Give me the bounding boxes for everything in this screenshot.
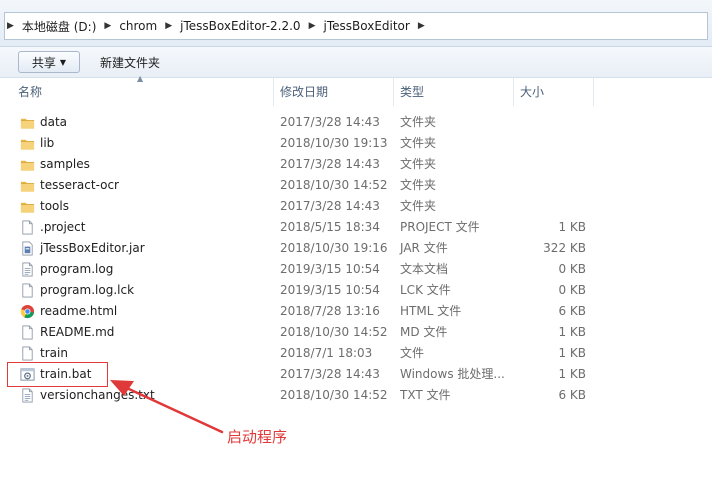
- annotation-arrow: [110, 380, 224, 434]
- annotation-callout: 启动程序: [227, 428, 288, 446]
